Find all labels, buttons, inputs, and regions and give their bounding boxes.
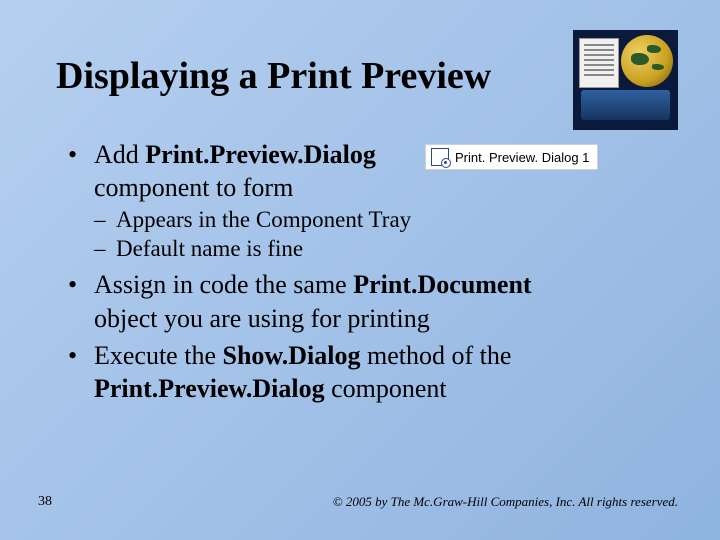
bullet-text: Add bbox=[94, 140, 145, 169]
slide-title: Displaying a Print Preview bbox=[56, 54, 491, 98]
sub-bullet-item: Appears in the Component Tray bbox=[94, 205, 660, 235]
sub-bullet-item: Default name is fine bbox=[94, 234, 660, 264]
bullet-bold-text: Print.Preview.Dialog bbox=[145, 140, 376, 169]
page-number: 38 bbox=[38, 494, 52, 510]
bullet-item: Assign in code the same Print.Document o… bbox=[64, 268, 660, 335]
bullet-bold-text: Print.Document bbox=[353, 270, 531, 299]
copyright-text: © 2005 by The Mc.Graw-Hill Companies, In… bbox=[333, 494, 678, 510]
bullet-text: component to form bbox=[94, 171, 660, 204]
slide-content: Add Print.Preview.Dialog component to fo… bbox=[64, 138, 660, 409]
bullet-bold-text: Show.Dialog bbox=[223, 341, 361, 370]
bullet-text: component bbox=[325, 374, 447, 403]
bullet-text: object you are using for printing bbox=[94, 302, 660, 335]
bullet-bold-text: Print.Preview.Dialog bbox=[94, 374, 325, 403]
bullet-text: Assign in code the same bbox=[94, 270, 353, 299]
bullet-item: Execute the Show.Dialog method of the Pr… bbox=[64, 339, 660, 406]
decorative-corner-graphic bbox=[573, 30, 678, 130]
bullet-text: method of the bbox=[361, 341, 512, 370]
bullet-item: Add Print.Preview.Dialog component to fo… bbox=[64, 138, 660, 264]
bullet-text: Execute the bbox=[94, 341, 223, 370]
